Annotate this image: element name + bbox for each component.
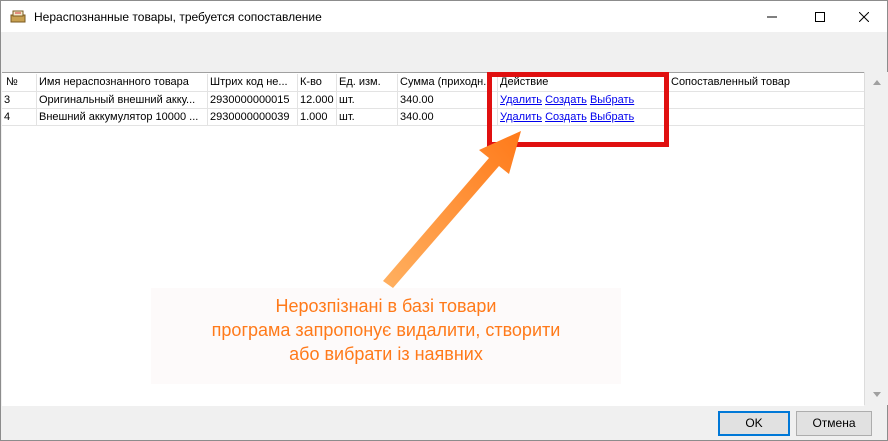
window-title: Нераспознанные товары, требуется сопоста…	[34, 10, 322, 24]
column-header-number[interactable]: №	[4, 74, 36, 91]
ok-button[interactable]: OK	[718, 411, 790, 436]
column-header-quantity[interactable]: К-во	[298, 74, 336, 91]
row-number-cell: 4	[4, 111, 11, 123]
sum-cell: 340.00	[400, 111, 434, 123]
matched-product-cell[interactable]	[669, 92, 864, 109]
unit-cell: шт.	[339, 94, 355, 106]
annotation-line: програма запропонує видалити, створити	[211, 320, 561, 340]
close-icon	[859, 11, 869, 22]
column-header-unit[interactable]: Ед. изм.	[337, 74, 397, 91]
annotation-line: або вибрати із наявних	[289, 344, 483, 364]
column-divider	[207, 74, 208, 126]
barcode-cell: 2930000000039	[210, 111, 290, 123]
minimize-button[interactable]	[749, 1, 795, 32]
column-divider	[336, 74, 337, 126]
annotation-note: Нерозпізнані в базі товари програма запр…	[151, 288, 621, 384]
quantity-cell: 1.000	[300, 111, 328, 123]
cancel-button[interactable]: Отмена	[796, 411, 872, 436]
annotation-arrow-icon	[383, 131, 521, 288]
maximize-icon	[815, 11, 825, 22]
annotation-line: Нерозпізнані в базі товари	[275, 296, 497, 316]
column-header-matched-product[interactable]: Сопоставленный товар	[669, 74, 864, 91]
product-name-cell: Внешний аккумулятор 10000 ...	[39, 111, 199, 123]
row-divider	[2, 91, 864, 92]
column-divider	[36, 74, 37, 126]
minimize-icon	[767, 16, 777, 17]
row-number-cell: 3	[4, 94, 11, 106]
scroll-down-icon[interactable]	[873, 392, 881, 397]
scroll-up-icon[interactable]	[873, 80, 881, 85]
matched-product-cell[interactable]	[669, 109, 864, 126]
column-divider	[397, 74, 398, 126]
column-header-name[interactable]: Имя нераспознанного товара	[37, 74, 207, 91]
column-header-barcode[interactable]: Штрих код не...	[208, 74, 297, 91]
product-name-cell: Оригинальный внешний акку...	[39, 94, 196, 106]
title-bar: Нераспознанные товары, требуется сопоста…	[1, 1, 887, 32]
row-divider	[2, 108, 864, 109]
column-header-sum[interactable]: Сумма (приходн...	[398, 74, 497, 91]
maximize-button[interactable]	[797, 1, 843, 32]
close-button[interactable]	[841, 1, 887, 32]
unit-cell: шт.	[339, 111, 355, 123]
quantity-cell: 12.000	[300, 94, 334, 106]
dialog-window: Нераспознанные товары, требуется сопоста…	[0, 0, 888, 441]
column-divider	[297, 74, 298, 126]
vertical-scrollbar[interactable]	[864, 72, 888, 405]
app-icon	[10, 10, 26, 23]
barcode-cell: 2930000000015	[210, 94, 290, 106]
sum-cell: 340.00	[400, 94, 434, 106]
